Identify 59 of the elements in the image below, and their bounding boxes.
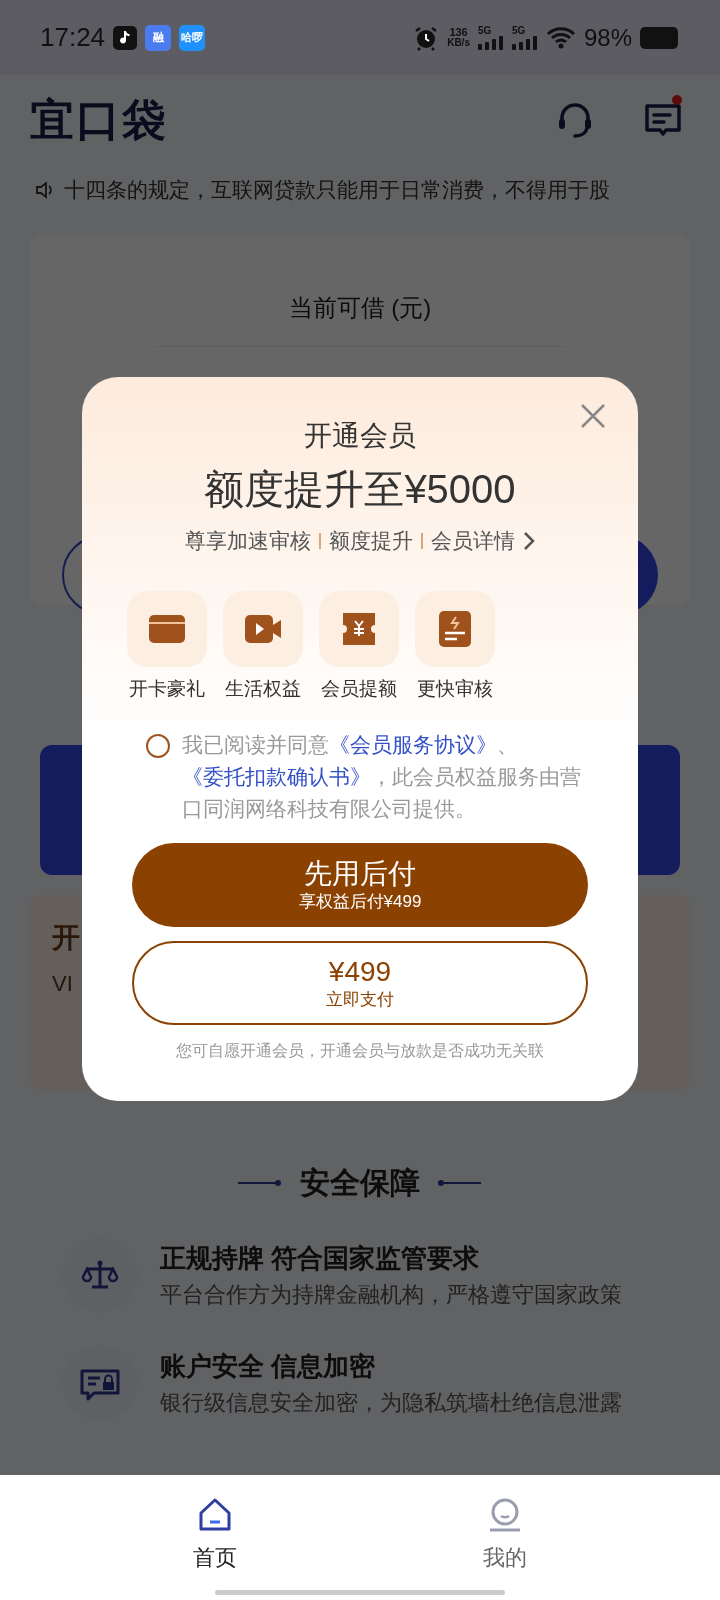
promo-title: 开 [52, 921, 80, 955]
tab-label: 我的 [483, 1544, 527, 1572]
signal-icon [477, 35, 504, 50]
button-subtitle: 立即支付 [326, 989, 394, 1011]
dialog-headline: 额度提升至¥5000 [204, 466, 516, 513]
network-speed: 136 [449, 27, 468, 38]
network-type: 5G [477, 25, 492, 36]
user-icon [487, 1497, 523, 1533]
close-icon[interactable] [580, 403, 606, 429]
feature-title: 账户安全 信息加密 [160, 1350, 377, 1383]
pay-later-button[interactable]: 先用后付 享权益后付¥499 [132, 843, 588, 927]
feature-title: 正规持牌 符合国家监管要求 [160, 1242, 481, 1275]
video-camera-icon [223, 590, 303, 667]
button-title: 先用后付 [304, 857, 416, 891]
network-type: 5G [511, 25, 526, 36]
disclaimer-text: 您可自愿开通会员，开通会员与放款是否成功无关联 [176, 1041, 544, 1061]
benefit-label: 生活权益 [225, 676, 301, 701]
document-icon [415, 590, 495, 667]
tab-profile[interactable]: 我的 [445, 1497, 565, 1600]
agree-checkbox[interactable] [146, 734, 170, 758]
music-note-icon [113, 25, 138, 50]
wifi-icon [545, 25, 576, 50]
signal-icon [511, 35, 538, 50]
battery-level: 98% [583, 22, 632, 53]
perk-text: 尊享加速审核 [185, 528, 311, 554]
agreement-link[interactable]: 《会员服务协议》 [329, 733, 497, 756]
agreement-link[interactable]: 《委托扣款确认书》 [182, 765, 371, 788]
notice-text: 十四条的规定，互联网贷款只能用于日常消费，不得用于股 [64, 177, 610, 204]
battery-icon [640, 26, 680, 49]
benefit-label: 更快审核 [417, 676, 493, 701]
chevron-right-icon[interactable] [523, 530, 535, 551]
credit-label: 当前可借 (元) [288, 293, 432, 323]
button-title: ¥499 [328, 955, 392, 989]
app-logo: 宜口袋 [30, 94, 168, 146]
dialog-title: 开通会员 [304, 419, 416, 453]
pay-now-button[interactable]: ¥499 立即支付 [132, 941, 588, 1025]
benefit-label: 开卡豪礼 [129, 676, 205, 701]
divider-line-icon [238, 1179, 282, 1186]
tab-home[interactable]: 首页 [155, 1497, 275, 1600]
status-time: 17:24 [40, 21, 106, 54]
card-icon [127, 590, 207, 667]
message-icon[interactable] [644, 101, 682, 139]
benefit-label: 会员提额 [321, 676, 397, 701]
feature-description: 平台合作方为持牌金融机构，严格遵守国家政策 [160, 1281, 622, 1309]
headset-icon[interactable] [556, 101, 594, 139]
promo-subtitle: VI [52, 970, 73, 998]
section-title: 安全保障 [300, 1165, 420, 1201]
app-icon: 哈啰 [179, 24, 206, 51]
perk-text: 额度提升 [329, 528, 413, 554]
home-icon [197, 1497, 233, 1533]
divider-line-icon [438, 1179, 482, 1186]
feature-description: 银行级信息安全加密，为隐私筑墙杜绝信息泄露 [160, 1389, 622, 1417]
app-icon: 融 [145, 24, 172, 51]
button-subtitle: 享权益后付¥499 [298, 891, 422, 913]
ticket-icon [319, 590, 399, 667]
agreement-text: 我已阅读并同意《会员服务协议》、 《委托扣款确认书》，此会员权益服务由营口同润网络科技有限公司提供。 [182, 732, 582, 822]
tab-label: 首页 [193, 1544, 237, 1572]
perk-text[interactable]: 会员详情 [431, 525, 515, 557]
speed-unit: KB/s [447, 38, 470, 48]
